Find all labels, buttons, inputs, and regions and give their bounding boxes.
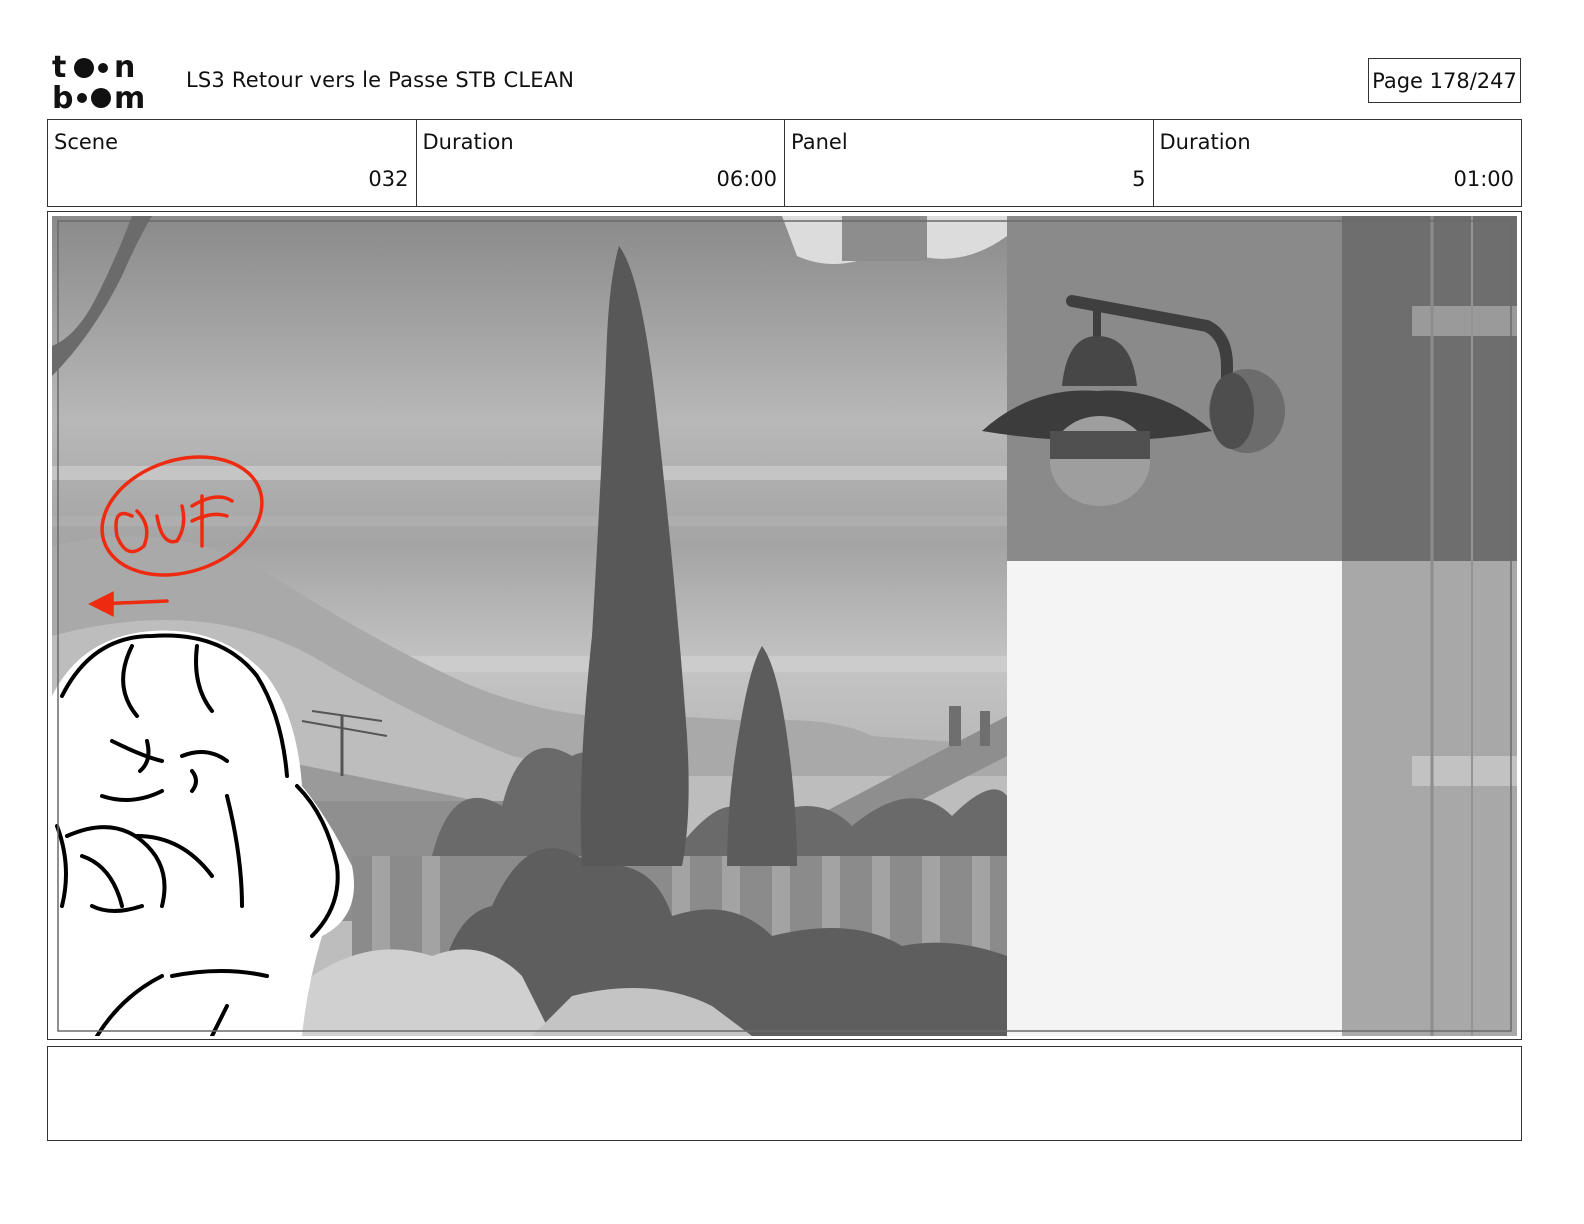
document-title: LS3 Retour vers le Passe STB CLEAN [186, 68, 575, 92]
scene-label: Scene [54, 130, 119, 154]
toon-boom-logo: t n b m [52, 50, 145, 112]
storyboard-panel-image [52, 216, 1517, 1036]
svg-text:m: m [114, 81, 145, 112]
panel-value: 5 [1132, 167, 1146, 191]
scene-cell: Scene 032 [48, 120, 417, 206]
panel-cell: Panel 5 [785, 120, 1154, 206]
svg-text:t: t [52, 50, 66, 85]
svg-text:b: b [52, 81, 73, 112]
scene-value: 032 [368, 167, 409, 191]
scene-duration-value: 06:00 [716, 167, 777, 191]
panel-label: Panel [791, 130, 848, 154]
panel-duration-cell: Duration 01:00 [1154, 120, 1522, 206]
svg-text:n: n [114, 50, 135, 85]
house-wall [1007, 216, 1342, 561]
panel-duration-value: 01:00 [1453, 167, 1514, 191]
page-indicator: Page 178/247 [1368, 58, 1521, 103]
notes-box [47, 1046, 1522, 1141]
lit-wall [1007, 561, 1342, 1036]
scene-duration-cell: Duration 06:00 [417, 120, 785, 206]
panel-duration-label: Duration [1159, 130, 1251, 154]
scene-duration-label: Duration [422, 130, 514, 154]
scene-info-table: Scene 032 Duration 06:00 Panel 5 Duratio… [47, 119, 1522, 207]
